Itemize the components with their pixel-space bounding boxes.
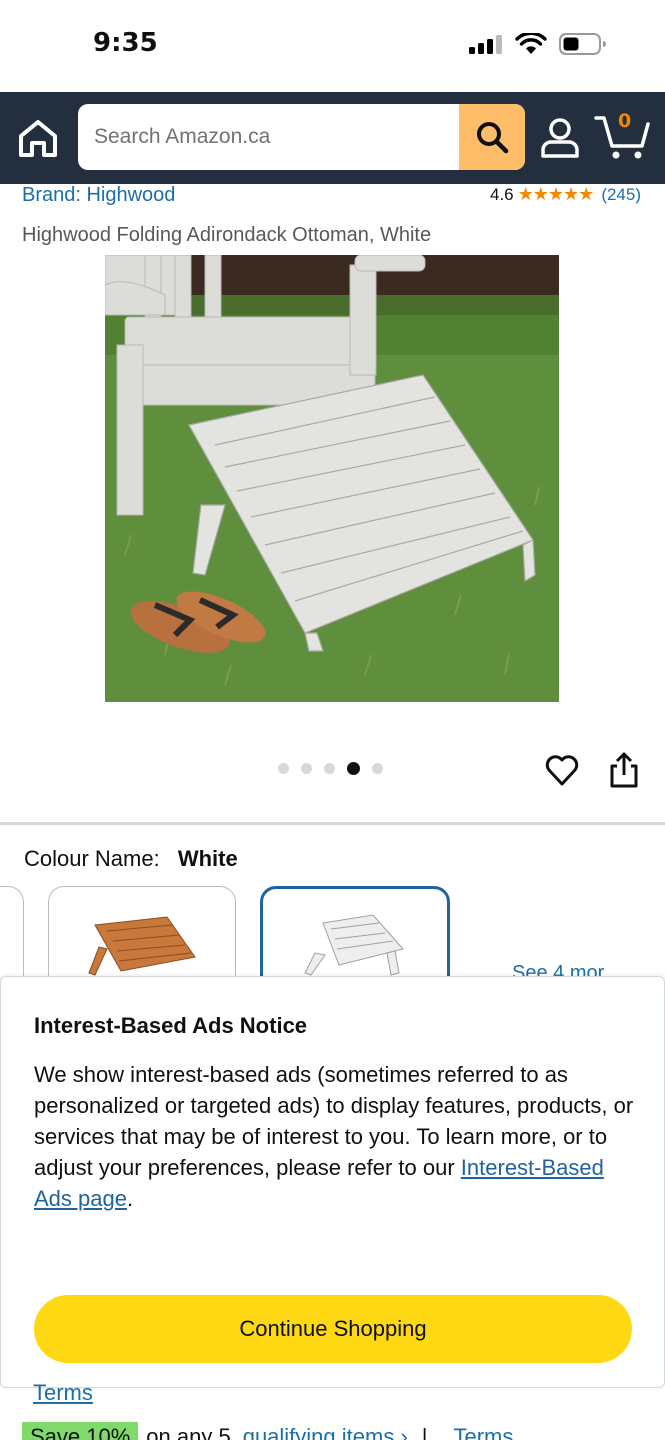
dialog-body-end: . xyxy=(126,1186,134,1211)
status-time: 9:35 xyxy=(93,28,158,58)
image-carousel-dots[interactable] xyxy=(278,762,383,775)
search-bar xyxy=(78,104,525,170)
star-rating-icon: ★★★★★ xyxy=(517,184,595,204)
wifi-icon xyxy=(515,33,547,54)
search-icon xyxy=(477,122,509,154)
separator: | xyxy=(421,1424,428,1440)
interest-ads-notice-dialog: Interest-Based Ads Notice We show intere… xyxy=(0,976,665,1388)
brand-link[interactable]: Brand: Highwood xyxy=(22,184,175,207)
carousel-dot-active[interactable] xyxy=(347,762,360,775)
add-to-wishlist-button[interactable] xyxy=(544,752,580,788)
rating-value: 4.6 xyxy=(489,184,514,204)
dialog-body: We show interest-based ads (sometimes re… xyxy=(34,1059,634,1214)
colour-label: Colour Name: xyxy=(24,846,160,871)
home-button[interactable] xyxy=(16,118,60,158)
account-button[interactable] xyxy=(540,116,580,160)
cart-button[interactable]: 0 xyxy=(594,110,654,162)
heart-icon xyxy=(545,755,579,786)
status-bar: 9:35 xyxy=(0,0,665,92)
carousel-dot[interactable] xyxy=(324,763,335,774)
signal-icon xyxy=(469,35,502,54)
dialog-title: Interest-Based Ads Notice xyxy=(34,1013,308,1038)
product-image[interactable] xyxy=(105,255,559,702)
status-icons xyxy=(469,32,607,56)
terms-link[interactable]: Terms xyxy=(33,1380,93,1406)
review-count[interactable]: (245) xyxy=(601,185,641,205)
colour-selected-value: White xyxy=(177,846,238,871)
save-badge: Save 10% xyxy=(22,1422,139,1440)
search-input[interactable] xyxy=(78,104,460,170)
product-title: Highwood Folding Adirondack Ottoman, Whi… xyxy=(22,224,432,246)
promotion-row: Save 10% on any 5 qualifying items › | T… xyxy=(22,1422,513,1440)
share-button[interactable] xyxy=(606,750,642,790)
rating-summary[interactable]: 4.6 ★★★★★ (245) xyxy=(490,184,641,205)
search-button[interactable] xyxy=(459,104,525,170)
top-nav-bar: 0 xyxy=(0,92,665,184)
save-text: on any 5 xyxy=(146,1424,231,1440)
home-icon xyxy=(19,120,57,157)
cart-count-badge: 0 xyxy=(618,110,632,132)
account-icon xyxy=(541,118,579,158)
carousel-dot[interactable] xyxy=(278,763,289,774)
qualifying-items-link[interactable]: qualifying items › xyxy=(243,1424,408,1440)
share-icon xyxy=(610,752,638,788)
carousel-dot[interactable] xyxy=(301,763,312,774)
section-divider xyxy=(0,822,665,825)
promo-terms-link[interactable]: Terms xyxy=(454,1424,514,1440)
battery-icon xyxy=(559,33,606,55)
continue-shopping-button[interactable]: Continue Shopping xyxy=(34,1295,632,1363)
colour-selector-label: Colour Name: White xyxy=(24,846,238,872)
carousel-dot[interactable] xyxy=(372,763,383,774)
